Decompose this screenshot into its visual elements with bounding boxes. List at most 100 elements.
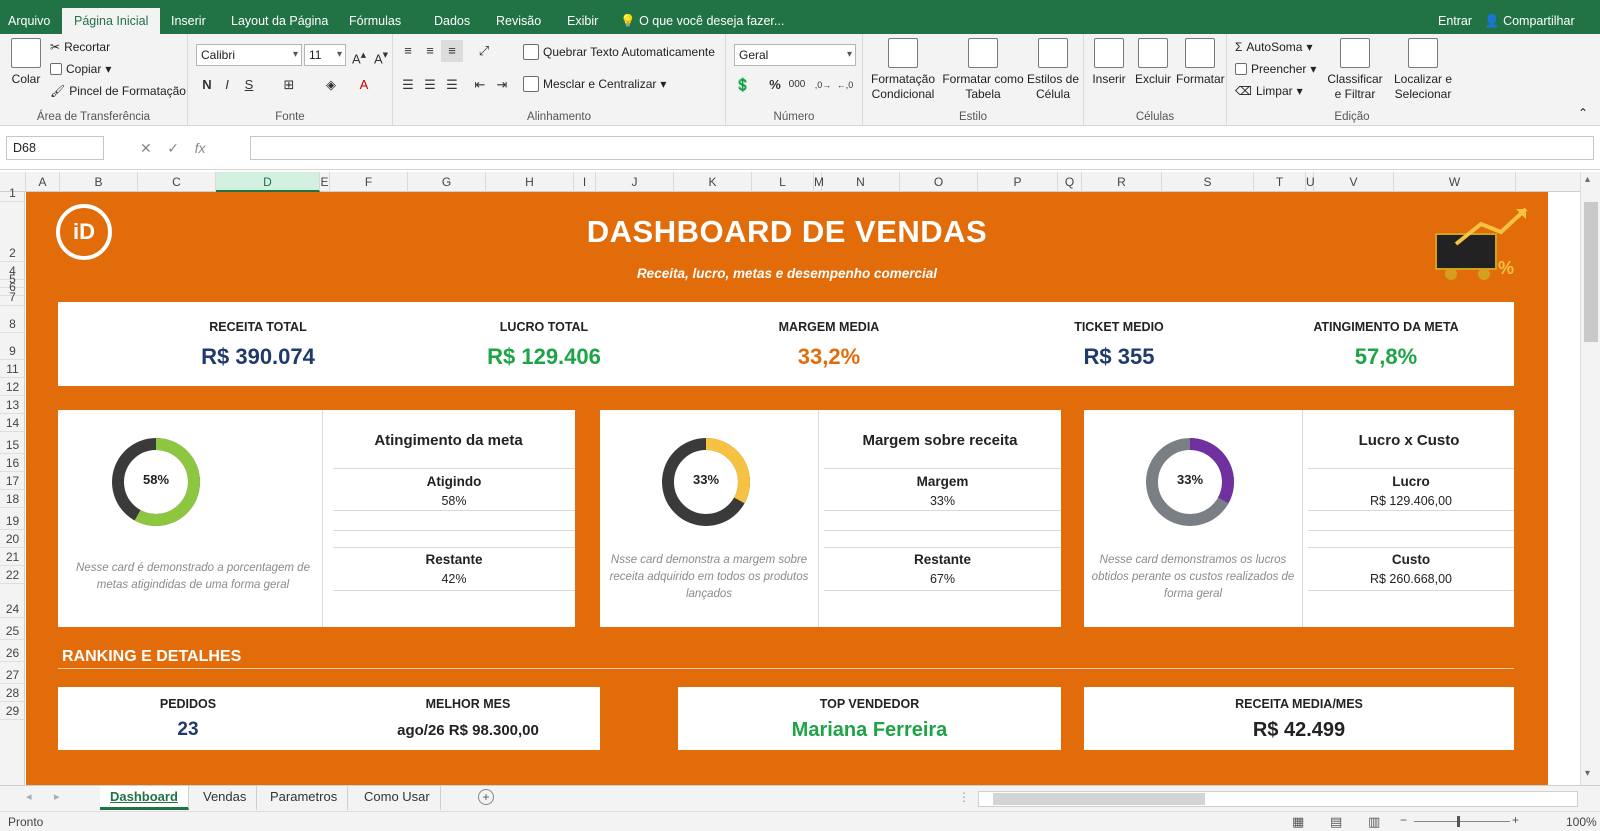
row-header-12[interactable]: 12 bbox=[0, 378, 25, 396]
column-header-w[interactable]: W bbox=[1394, 172, 1516, 192]
zoom-in-icon[interactable]: + bbox=[1512, 813, 1519, 827]
cancel-icon[interactable]: ✕ bbox=[140, 140, 152, 156]
column-header-t[interactable]: T bbox=[1254, 172, 1306, 192]
dashboard-sheet[interactable]: iD DASHBOARD DE VENDAS Receita, lucro, m… bbox=[26, 192, 1548, 785]
column-header-c[interactable]: C bbox=[138, 172, 216, 192]
tab-arquivo[interactable]: Arquivo bbox=[4, 8, 54, 34]
enter-icon[interactable]: ✓ bbox=[167, 140, 179, 156]
formula-input[interactable] bbox=[250, 136, 1594, 160]
name-box[interactable]: D68 bbox=[6, 136, 104, 160]
vertical-scroll-thumb[interactable] bbox=[1584, 202, 1598, 342]
scroll-up-icon[interactable]: ▴ bbox=[1585, 174, 1590, 185]
underline-button[interactable]: S bbox=[238, 74, 260, 96]
vertical-scrollbar[interactable]: ▴ ▾ bbox=[1580, 172, 1600, 785]
align-left-icon[interactable]: ☰ bbox=[397, 74, 419, 96]
column-header-e[interactable]: E bbox=[320, 172, 330, 192]
row-header-7[interactable]: 7 bbox=[0, 290, 25, 306]
decrease-indent-icon[interactable]: ⇤ bbox=[469, 74, 491, 96]
column-header-m[interactable]: M bbox=[814, 172, 824, 192]
row-header-18[interactable]: 18 bbox=[0, 490, 25, 508]
row-header-21[interactable]: 21 bbox=[0, 548, 25, 566]
find-select-button[interactable]: Localizar e Selecionar bbox=[1387, 38, 1459, 102]
row-header-16[interactable]: 16 bbox=[0, 454, 25, 472]
thousands-button[interactable]: 000 bbox=[786, 74, 808, 96]
row-header-26[interactable]: 26 bbox=[0, 640, 25, 662]
column-header-k[interactable]: K bbox=[674, 172, 752, 192]
scroll-down-icon[interactable]: ▾ bbox=[1585, 768, 1590, 779]
row-header-8[interactable]: 8 bbox=[0, 306, 25, 333]
column-header-u[interactable]: U bbox=[1306, 172, 1315, 192]
row-header-28[interactable]: 28 bbox=[0, 684, 25, 702]
next-sheet-icon[interactable]: ▸ bbox=[54, 790, 60, 803]
font-size-select[interactable]: 11 bbox=[304, 44, 346, 66]
row-header-2[interactable]: 2 bbox=[0, 202, 25, 262]
column-header-h[interactable]: H bbox=[486, 172, 574, 192]
row-header-22[interactable]: 22 bbox=[0, 566, 25, 584]
zoom-level[interactable]: 100% bbox=[1566, 815, 1597, 829]
delete-cells-button[interactable]: Excluir bbox=[1132, 38, 1174, 87]
sheet-tab-como-usar[interactable]: Como Usar bbox=[354, 786, 441, 810]
sheet-tab-parametros[interactable]: Parametros bbox=[260, 786, 349, 810]
shrink-font-icon[interactable]: A▾ bbox=[370, 44, 392, 66]
zoom-slider[interactable] bbox=[1414, 821, 1510, 822]
align-right-icon[interactable]: ☰ bbox=[441, 74, 463, 96]
sign-in-link[interactable]: Entrar bbox=[1438, 8, 1472, 34]
percent-button[interactable]: % bbox=[764, 74, 786, 96]
zoom-slider-thumb[interactable] bbox=[1457, 816, 1460, 827]
tell-me-search[interactable]: 💡 O que você deseja fazer... bbox=[620, 8, 784, 34]
conditional-format-button[interactable]: Formatação Condicional bbox=[867, 38, 939, 102]
row-header-25[interactable]: 25 bbox=[0, 618, 25, 640]
column-header-r[interactable]: R bbox=[1082, 172, 1162, 192]
wrap-text-button[interactable]: Quebrar Texto Automaticamente bbox=[523, 44, 715, 60]
row-header-20[interactable]: 20 bbox=[0, 530, 25, 548]
insert-function-icon[interactable]: fx bbox=[195, 140, 206, 156]
clear-button[interactable]: ⌫ Limpar ▾ bbox=[1235, 84, 1303, 98]
tab-inserir[interactable]: Inserir bbox=[167, 8, 210, 34]
column-header-f[interactable]: F bbox=[330, 172, 408, 192]
currency-icon[interactable]: 💲 bbox=[732, 74, 754, 96]
italic-button[interactable]: I bbox=[216, 74, 238, 96]
font-name-select[interactable]: Calibri bbox=[196, 44, 302, 66]
horizontal-scroll-thumb[interactable] bbox=[993, 793, 1205, 805]
merge-center-button[interactable]: Mesclar e Centralizar ▾ bbox=[523, 76, 666, 92]
cell-styles-button[interactable]: Estilos de Célula bbox=[1025, 38, 1081, 102]
column-header-d[interactable]: D bbox=[216, 172, 320, 192]
tab-formulas[interactable]: Fórmulas bbox=[345, 8, 405, 34]
column-header-b[interactable]: B bbox=[60, 172, 138, 192]
prev-sheet-icon[interactable]: ◂ bbox=[26, 790, 32, 803]
row-header-19[interactable]: 19 bbox=[0, 508, 25, 530]
decrease-decimal-icon[interactable]: ←,0 bbox=[834, 74, 856, 96]
normal-view-icon[interactable]: ▦ bbox=[1292, 814, 1304, 830]
add-sheet-icon[interactable]: + bbox=[478, 789, 494, 805]
sort-filter-button[interactable]: Classificar e Filtrar bbox=[1323, 38, 1387, 102]
align-top-icon[interactable]: ≡ bbox=[397, 40, 419, 62]
paste-button[interactable]: Colar bbox=[6, 38, 46, 87]
column-header-s[interactable]: S bbox=[1162, 172, 1254, 192]
number-format-select[interactable]: Geral bbox=[734, 44, 856, 66]
row-header-11[interactable]: 11 bbox=[0, 360, 25, 378]
fill-button[interactable]: Preencher ▾ bbox=[1235, 62, 1316, 76]
copy-button[interactable]: Copiar ▾ bbox=[50, 62, 111, 76]
tab-exibir[interactable]: Exibir bbox=[563, 8, 602, 34]
cut-button[interactable]: ✂ Recortar bbox=[50, 40, 110, 54]
column-header-a[interactable]: A bbox=[26, 172, 60, 192]
column-header-q[interactable]: Q bbox=[1058, 172, 1082, 192]
format-painter-button[interactable]: 🖌 Pincel de Formatação bbox=[50, 84, 186, 98]
row-header-24[interactable]: 24 bbox=[0, 584, 25, 618]
row-header-1[interactable]: 1 bbox=[0, 186, 25, 202]
column-header-o[interactable]: O bbox=[900, 172, 978, 192]
column-header-j[interactable]: J bbox=[596, 172, 674, 192]
tab-splitter-icon[interactable]: ⋮ bbox=[958, 790, 970, 804]
horizontal-scrollbar[interactable] bbox=[978, 791, 1578, 807]
row-header-14[interactable]: 14 bbox=[0, 414, 25, 432]
format-cells-button[interactable]: Formatar bbox=[1176, 38, 1225, 87]
row-header-29[interactable]: 29 bbox=[0, 702, 25, 720]
tab-layout-da-pagina[interactable]: Layout da Página bbox=[227, 8, 332, 34]
grow-font-icon[interactable]: A▴ bbox=[348, 44, 370, 66]
font-color-icon[interactable]: A bbox=[353, 74, 375, 96]
borders-icon[interactable]: ⊞ bbox=[278, 74, 300, 96]
column-header-i[interactable]: I bbox=[574, 172, 596, 192]
column-header-v[interactable]: V bbox=[1314, 172, 1394, 192]
column-header-g[interactable]: G bbox=[408, 172, 486, 192]
share-button[interactable]: 👤 Compartilhar bbox=[1484, 8, 1575, 34]
